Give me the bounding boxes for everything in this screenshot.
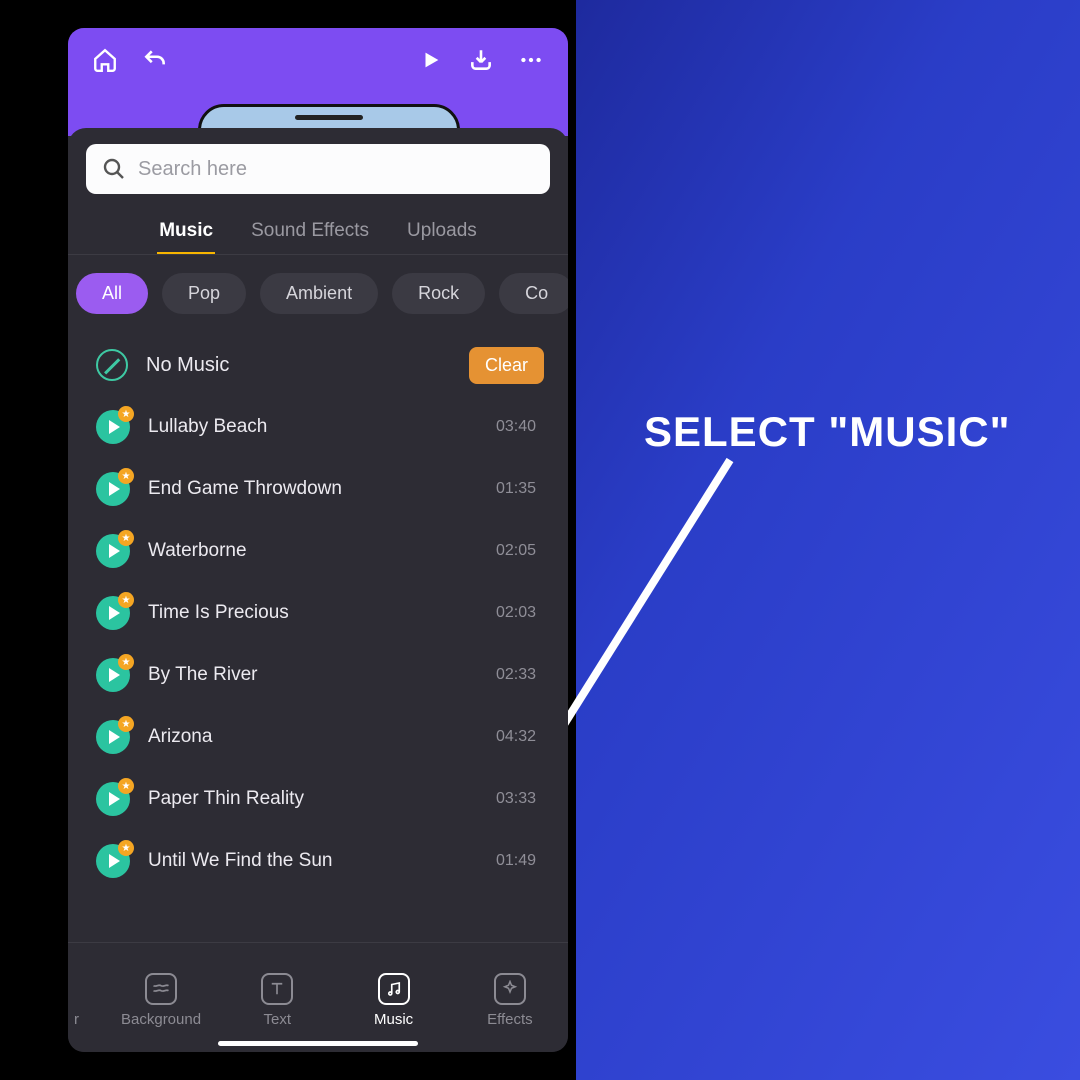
track-row[interactable]: ★ Paper Thin Reality 03:33 [96, 768, 550, 830]
track-row[interactable]: ★ Waterborne 02:05 [96, 520, 550, 582]
undo-icon[interactable] [140, 45, 170, 75]
effects-icon [494, 973, 526, 1005]
nav-label: Text [264, 1011, 292, 1028]
track-row[interactable]: ★ By The River 02:33 [96, 644, 550, 706]
chip-rock[interactable]: Rock [392, 273, 485, 314]
track-duration: 03:40 [496, 418, 550, 436]
download-icon[interactable] [466, 45, 496, 75]
nav-label: Music [374, 1011, 413, 1028]
chip-pop[interactable]: Pop [162, 273, 246, 314]
track-title: Waterborne [148, 540, 478, 562]
search-icon [102, 157, 126, 181]
track-title: By The River [148, 664, 478, 686]
track-row[interactable]: ★ Lullaby Beach 03:40 [96, 396, 550, 458]
track-duration: 01:35 [496, 480, 550, 498]
play-track-icon[interactable]: ★ [96, 472, 130, 506]
no-music-row[interactable]: No Music Clear [96, 334, 550, 396]
phone-frame: Music Sound Effects Uploads All Pop Ambi… [68, 28, 568, 1052]
premium-badge-icon: ★ [118, 592, 134, 608]
track-row[interactable]: ★ Until We Find the Sun 01:49 [96, 830, 550, 892]
premium-badge-icon: ★ [118, 468, 134, 484]
track-duration: 04:32 [496, 728, 550, 746]
play-track-icon[interactable]: ★ [96, 534, 130, 568]
premium-badge-icon: ★ [118, 654, 134, 670]
info-panel [576, 0, 1080, 1080]
search-box[interactable] [86, 144, 550, 194]
search-input[interactable] [138, 158, 534, 181]
premium-badge-icon: ★ [118, 530, 134, 546]
top-toolbar [68, 28, 568, 92]
chip-ambient[interactable]: Ambient [260, 273, 378, 314]
track-title: Until We Find the Sun [148, 850, 478, 872]
premium-badge-icon: ★ [118, 778, 134, 794]
track-duration: 01:49 [496, 852, 550, 870]
play-icon[interactable] [416, 45, 446, 75]
track-duration: 02:03 [496, 604, 550, 622]
chip-more[interactable]: Co [499, 273, 568, 314]
more-icon[interactable] [516, 45, 546, 75]
track-row[interactable]: ★ End Game Throwdown 01:35 [96, 458, 550, 520]
chip-all[interactable]: All [76, 273, 148, 314]
track-row[interactable]: ★ Time Is Precious 02:03 [96, 582, 550, 644]
play-track-icon[interactable]: ★ [96, 410, 130, 444]
callout-text: SELECT "MUSIC" [644, 408, 1011, 456]
music-sheet: Music Sound Effects Uploads All Pop Ambi… [68, 128, 568, 1052]
nav-effects[interactable]: Effects [452, 973, 568, 1028]
tab-music[interactable]: Music [157, 212, 215, 255]
track-duration: 03:33 [496, 790, 550, 808]
track-title: End Game Throwdown [148, 478, 478, 500]
tab-sound-effects[interactable]: Sound Effects [249, 212, 371, 255]
nav-label: Effects [487, 1011, 533, 1028]
play-track-icon[interactable]: ★ [96, 720, 130, 754]
clear-button[interactable]: Clear [469, 347, 544, 384]
premium-badge-icon: ★ [118, 406, 134, 422]
premium-badge-icon: ★ [118, 716, 134, 732]
music-icon [378, 973, 410, 1005]
track-title: Lullaby Beach [148, 416, 478, 438]
play-track-icon[interactable]: ★ [96, 782, 130, 816]
track-title: Time Is Precious [148, 602, 478, 624]
text-icon [261, 973, 293, 1005]
home-indicator [218, 1041, 418, 1046]
nav-text[interactable]: Text [219, 973, 335, 1028]
track-duration: 02:33 [496, 666, 550, 684]
play-track-icon[interactable]: ★ [96, 658, 130, 692]
category-tabs: Music Sound Effects Uploads [68, 208, 568, 255]
track-row[interactable]: ★ Arizona 04:32 [96, 706, 550, 768]
track-title: Arizona [148, 726, 478, 748]
nav-edge[interactable]: r [68, 973, 103, 1028]
genre-chips: All Pop Ambient Rock Co [68, 255, 568, 322]
nav-background[interactable]: Background [103, 973, 219, 1028]
bottom-nav: r Background Text Music [68, 942, 568, 1052]
nav-label: Background [121, 1011, 201, 1028]
home-icon[interactable] [90, 45, 120, 75]
track-title: Paper Thin Reality [148, 788, 478, 810]
premium-badge-icon: ★ [118, 840, 134, 856]
background-icon [145, 973, 177, 1005]
track-list: No Music Clear ★ Lullaby Beach 03:40 ★ E… [68, 322, 568, 942]
track-duration: 02:05 [496, 542, 550, 560]
no-music-label: No Music [146, 354, 451, 377]
nav-music[interactable]: Music [335, 973, 451, 1028]
play-track-icon[interactable]: ★ [96, 596, 130, 630]
no-music-icon [96, 349, 128, 381]
tab-uploads[interactable]: Uploads [405, 212, 479, 255]
play-track-icon[interactable]: ★ [96, 844, 130, 878]
